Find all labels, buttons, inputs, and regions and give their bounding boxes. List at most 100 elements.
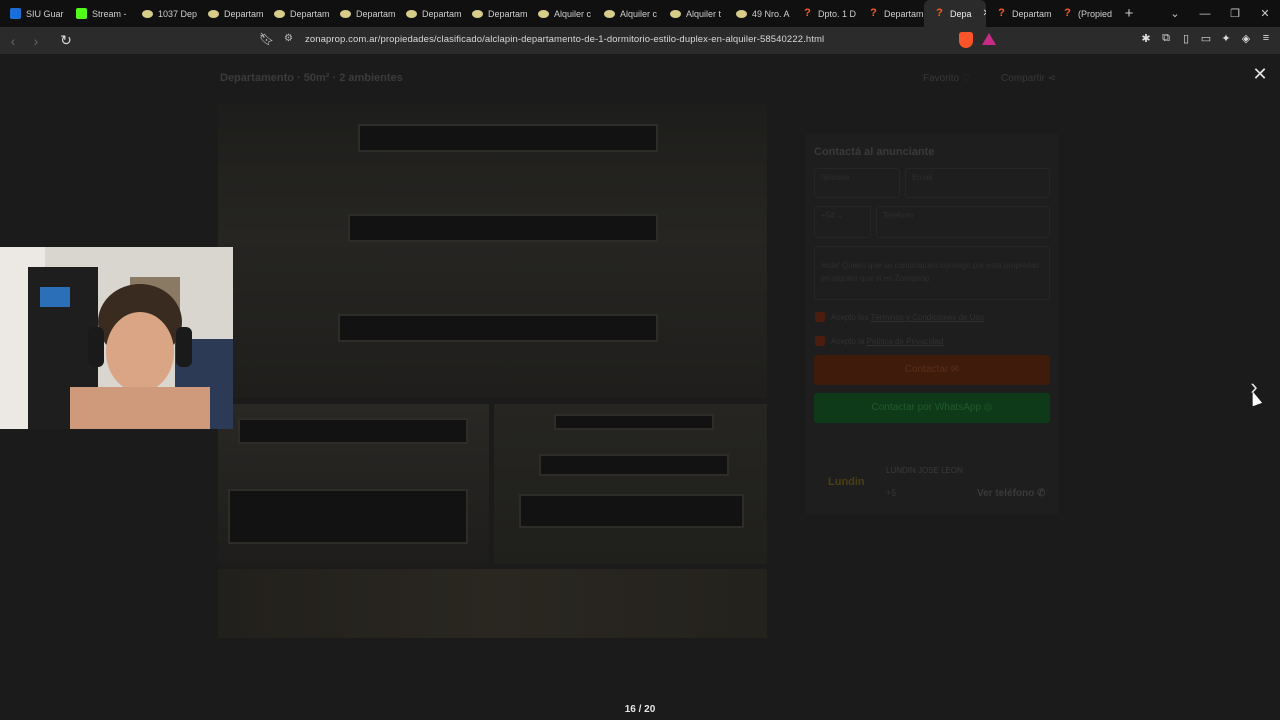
egg-icon [406, 9, 417, 18]
wallet-icon[interactable]: ▭ [1200, 32, 1212, 46]
egg-icon [604, 9, 615, 18]
phone-code: +54 [821, 211, 835, 220]
egg-icon [340, 9, 351, 18]
site-info-icon[interactable]: ⚙ [284, 33, 293, 44]
new-tab-button[interactable]: + [1118, 5, 1140, 22]
tab[interactable]: Alquiler c [594, 0, 660, 27]
listing-title: Departamento · 50m² · 2 ambientes [220, 72, 403, 84]
tab-label: Departam [884, 8, 924, 19]
phone-field[interactable]: Teléfono [876, 206, 1050, 238]
photo-counter: 16 / 20 [624, 704, 656, 715]
tab-label: (Propied [1078, 8, 1113, 19]
tab[interactable]: ? Dpto. 1 D [792, 0, 858, 27]
tab[interactable]: ? (Propied [1052, 0, 1118, 27]
kick-icon [76, 8, 87, 19]
agent-phone: +5 [886, 488, 897, 498]
leo-icon[interactable]: ✦ [1220, 32, 1232, 46]
tab-label: Departam [1012, 8, 1052, 19]
tab-label: Depa [950, 8, 972, 19]
tab[interactable]: Departam [198, 0, 264, 27]
favorite-button[interactable]: Favorito ♡ [923, 73, 971, 84]
window-shape [539, 454, 729, 476]
back-icon[interactable]: ‹ [3, 33, 23, 49]
sidebar-icon[interactable]: ▯ [1180, 32, 1192, 46]
tab-label: Stream - [92, 8, 127, 19]
tab[interactable]: Alquiler t [660, 0, 726, 27]
zonaprop-icon: ? [936, 7, 943, 19]
egg-icon [142, 9, 153, 18]
egg-icon [538, 9, 549, 18]
window-shape [238, 418, 468, 444]
tab-label: 49 Nro. A [752, 8, 790, 19]
message-field[interactable]: Hola! Quiero que se comuniquen conmigo p… [814, 246, 1050, 300]
zonaprop-icon: ? [870, 7, 877, 19]
tab[interactable]: 49 Nro. A [726, 0, 792, 27]
tab[interactable]: Departam [396, 0, 462, 27]
privacy-label: Acepto la Política de Privacidad [831, 337, 944, 346]
contact-form-title: Contactá al anunciante [814, 146, 935, 158]
tab[interactable]: ? Departam [858, 0, 924, 27]
tab[interactable]: SIU Guar [0, 0, 66, 27]
gallery-photo[interactable] [218, 404, 489, 564]
whatsapp-button[interactable]: Contactar por WhatsApp ◎ [814, 393, 1050, 423]
egg-icon [472, 9, 483, 18]
extension-icons: ✱ ⧉ ▯ ▭ ✦ ◈ ≡ [1140, 32, 1272, 46]
tab[interactable]: Departam [264, 0, 330, 27]
forward-icon[interactable]: › [26, 33, 46, 49]
tab-active[interactable]: ?Depa✕ [924, 0, 986, 27]
window-shape [519, 494, 744, 528]
translate-icon[interactable]: ✱ [1140, 32, 1152, 46]
window-shape [358, 124, 658, 152]
tab[interactable]: Departam [330, 0, 396, 27]
window-shape [554, 414, 714, 430]
address-bar[interactable]: zonaprop.com.ar/propiedades/clasificado/… [305, 34, 824, 45]
contact-form: Contactá al anunciante Nombre Email +54 … [806, 134, 1058, 514]
tab[interactable]: Stream - [66, 0, 132, 27]
brave-shield-icon[interactable] [959, 32, 973, 48]
restore-icon[interactable]: ❐ [1220, 7, 1250, 20]
tab[interactable]: Alquiler c [528, 0, 594, 27]
see-phone-label: Ver teléfono [977, 488, 1035, 499]
tab[interactable]: ? Departam [986, 0, 1052, 27]
close-gallery-icon[interactable]: ✕ [1252, 64, 1268, 85]
minimize-icon[interactable]: — [1190, 8, 1220, 20]
tab-label: Alquiler c [620, 8, 658, 19]
window-shape [228, 489, 468, 544]
vpn-icon[interactable]: ◈ [1240, 32, 1252, 46]
chevron-down-icon[interactable]: ⌄ [1160, 7, 1190, 20]
tab[interactable]: 1037 Dep [132, 0, 198, 27]
tab-label: Departam [356, 8, 396, 19]
gallery-photo-main[interactable] [218, 104, 767, 398]
window-shape [348, 214, 658, 242]
gallery-photo[interactable] [494, 404, 767, 564]
name-field[interactable]: Nombre [814, 168, 900, 198]
tab-strip: SIU Guar Stream - 1037 Dep Departam Depa… [0, 0, 1280, 27]
bookmark-icon[interactable]: 🔖︎ [259, 32, 274, 48]
extensions-icon[interactable]: ⧉ [1160, 32, 1172, 46]
privacy-prefix: Acepto la [831, 337, 865, 346]
window-controls: ⌄ — ❐ ✕ [1160, 0, 1280, 27]
close-icon[interactable]: ✕ [1250, 7, 1280, 20]
brave-rewards-icon[interactable] [982, 33, 996, 45]
tab[interactable]: Departam [462, 0, 528, 27]
terms-prefix: Acepto los [831, 313, 869, 322]
phone-code-select[interactable]: +54 ⌄ [814, 206, 871, 238]
privacy-link[interactable]: Política de Privacidad [867, 337, 944, 346]
gallery-photo[interactable] [218, 569, 767, 638]
share-button[interactable]: Compartir ⋖ [1001, 73, 1056, 84]
agent-logo: Lundin [828, 476, 865, 488]
see-phone-button[interactable]: Ver teléfono ✆ [977, 488, 1045, 499]
tab-label: 1037 Dep [158, 8, 198, 19]
reload-icon[interactable]: ↻ [56, 32, 76, 49]
zonaprop-icon: ? [1064, 7, 1071, 19]
contact-button[interactable]: Contactar ✉ [814, 355, 1050, 385]
terms-checkbox[interactable] [815, 312, 825, 322]
phone-icon: ✆ [1037, 488, 1046, 499]
mail-icon: ✉ [950, 364, 960, 375]
privacy-checkbox[interactable] [815, 336, 825, 346]
email-field[interactable]: Email [905, 168, 1050, 198]
tab-label: Departam [422, 8, 462, 19]
menu-icon[interactable]: ≡ [1260, 32, 1272, 46]
tab-label: Alquiler c [554, 8, 592, 19]
terms-link[interactable]: Términos y Condiciones de Uso [870, 313, 983, 322]
